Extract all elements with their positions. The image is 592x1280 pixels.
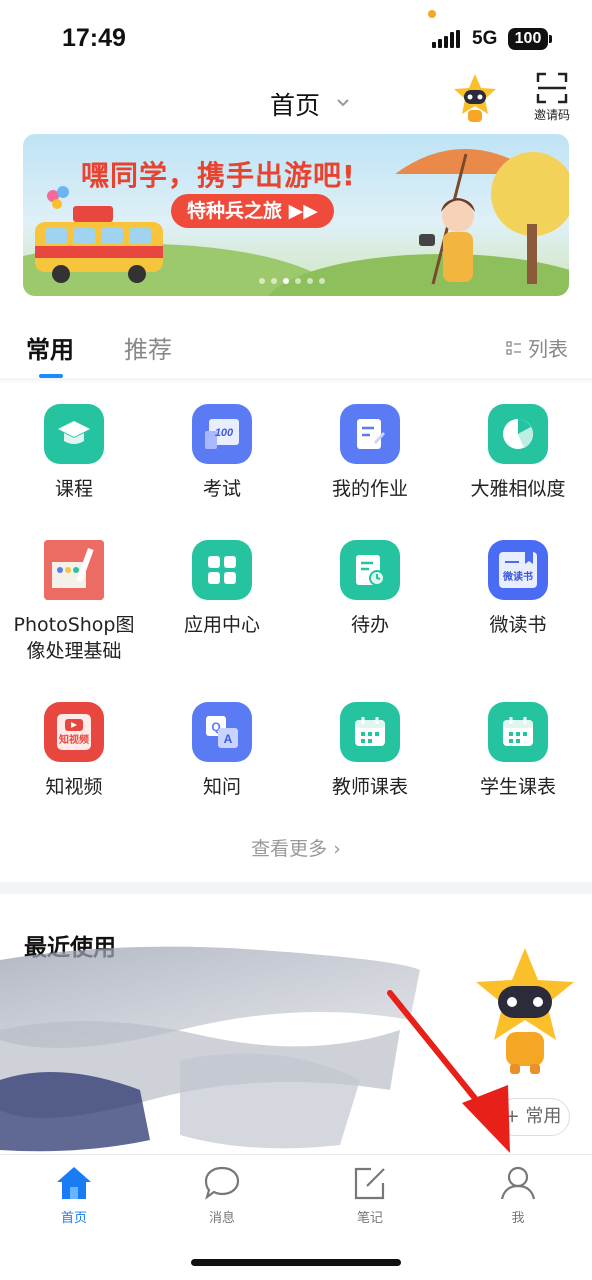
nav-label: 我 xyxy=(511,1211,525,1226)
app-exam[interactable]: 100 考试 xyxy=(148,404,296,502)
book-badge-text: 微读书 xyxy=(502,570,533,583)
tab-recommend[interactable]: 推荐 xyxy=(124,330,172,365)
app-homework[interactable]: 我的作业 xyxy=(296,404,444,502)
app-knowledge-video[interactable]: 知视频 知视频 xyxy=(0,702,148,800)
battery-cap xyxy=(549,35,552,43)
page-title[interactable]: 首页 xyxy=(270,86,320,122)
similarity-icon xyxy=(488,404,548,464)
app-label: 我的作业 xyxy=(331,478,408,500)
red-arrow-annotation-icon xyxy=(387,990,510,1153)
nav-notes[interactable]: 笔记 xyxy=(296,1165,444,1226)
carousel-dots xyxy=(259,278,325,284)
app-label: 待办 xyxy=(350,614,389,636)
app-grid-icon xyxy=(192,540,252,600)
carousel-dot xyxy=(307,278,313,284)
nav-profile[interactable]: 我 xyxy=(444,1165,592,1226)
carousel-dot xyxy=(295,278,301,284)
exam-icon: 100 xyxy=(192,404,252,464)
list-view-toggle[interactable]: 列表 xyxy=(506,333,568,362)
note-icon xyxy=(354,1167,385,1200)
section-tabs: 常用 推荐 列表 xyxy=(0,318,592,380)
app-photoshop-course[interactable]: PhotoShop图像处理基础 xyxy=(0,540,148,664)
network-type: 5G xyxy=(472,28,498,49)
view-more-link[interactable]: 查看更多 › xyxy=(0,834,592,861)
app-similarity[interactable]: 大雅相似度 xyxy=(444,404,592,502)
scan-icon xyxy=(536,72,568,104)
promo-banner[interactable]: 嘿同学，携手出游吧! 特种兵之旅 ▶▶ xyxy=(23,134,569,296)
invite-code-label: 邀请码 xyxy=(533,108,570,122)
video-icon: 知视频 xyxy=(44,702,104,762)
app-label: PhotoShop图像处理基础 xyxy=(13,614,135,662)
nav-home[interactable]: 首页 xyxy=(0,1165,148,1226)
mascot-avatar-icon[interactable] xyxy=(452,72,498,124)
app-label: 学生课表 xyxy=(479,776,556,798)
battery-icon: 100 xyxy=(508,28,548,50)
app-label: 微读书 xyxy=(489,614,547,636)
nav-messages[interactable]: 消息 xyxy=(148,1165,296,1226)
app-center[interactable]: 应用中心 xyxy=(148,540,296,638)
view-more-label: 查看更多 xyxy=(251,838,328,860)
banner-tag: 特种兵之旅 ▶▶ xyxy=(171,194,334,228)
signal-icon xyxy=(432,30,460,48)
nav-label: 首页 xyxy=(60,1211,87,1226)
svg-text:A: A xyxy=(224,732,233,746)
list-icon xyxy=(506,340,521,355)
video-badge-text: 知视频 xyxy=(58,733,89,746)
carousel-dot-active xyxy=(283,278,289,284)
profile-icon xyxy=(500,1166,536,1200)
graduation-cap-icon xyxy=(44,404,104,464)
app-label: 应用中心 xyxy=(183,614,260,636)
carousel-dot xyxy=(259,278,265,284)
calendar-icon xyxy=(340,702,400,762)
chevron-down-icon[interactable] xyxy=(336,96,350,110)
calendar-icon xyxy=(488,702,548,762)
app-knowledge-qa[interactable]: QA 知问 xyxy=(148,702,296,800)
nav-label: 消息 xyxy=(208,1211,235,1226)
course-cover-icon xyxy=(44,540,104,600)
list-view-label: 列表 xyxy=(528,337,568,361)
app-label: 大雅相似度 xyxy=(470,478,566,500)
redaction-scribble xyxy=(0,946,420,1152)
app-label: 考试 xyxy=(202,478,241,500)
app-label: 知问 xyxy=(202,776,241,798)
top-header: 首页 邀请码 xyxy=(0,70,592,132)
status-time: 17:49 xyxy=(62,24,126,52)
app-todo[interactable]: 待办 xyxy=(296,540,444,638)
home-icon xyxy=(57,1167,91,1199)
tabs-divider xyxy=(0,378,592,384)
carousel-dot xyxy=(319,278,325,284)
homework-icon xyxy=(340,404,400,464)
section-separator xyxy=(0,882,592,894)
book-icon: 微读书 xyxy=(488,540,548,600)
app-student-schedule[interactable]: 学生课表 xyxy=(444,702,592,800)
nav-label: 笔记 xyxy=(356,1211,383,1226)
chevron-right-icon: › xyxy=(333,838,341,860)
message-icon xyxy=(204,1166,240,1200)
app-label: 课程 xyxy=(54,478,93,500)
status-bar: 17:49 5G 100 xyxy=(0,0,592,70)
home-indicator[interactable] xyxy=(191,1259,401,1266)
app-label: 教师课表 xyxy=(331,776,408,798)
app-label: 知视频 xyxy=(45,776,103,798)
todo-icon xyxy=(340,540,400,600)
invite-code-button[interactable]: 邀请码 xyxy=(528,72,576,123)
qa-icon: QA xyxy=(192,702,252,762)
app-micro-reading[interactable]: 微读书 微读书 xyxy=(444,540,592,638)
exam-badge-text: 100 xyxy=(215,427,234,439)
app-teacher-schedule[interactable]: 教师课表 xyxy=(296,702,444,800)
carousel-dot xyxy=(271,278,277,284)
banner-headline: 嘿同学，携手出游吧! xyxy=(81,159,356,192)
privacy-indicator-dot xyxy=(428,10,436,18)
tab-common[interactable]: 常用 xyxy=(26,330,74,365)
app-course[interactable]: 课程 xyxy=(0,404,148,502)
